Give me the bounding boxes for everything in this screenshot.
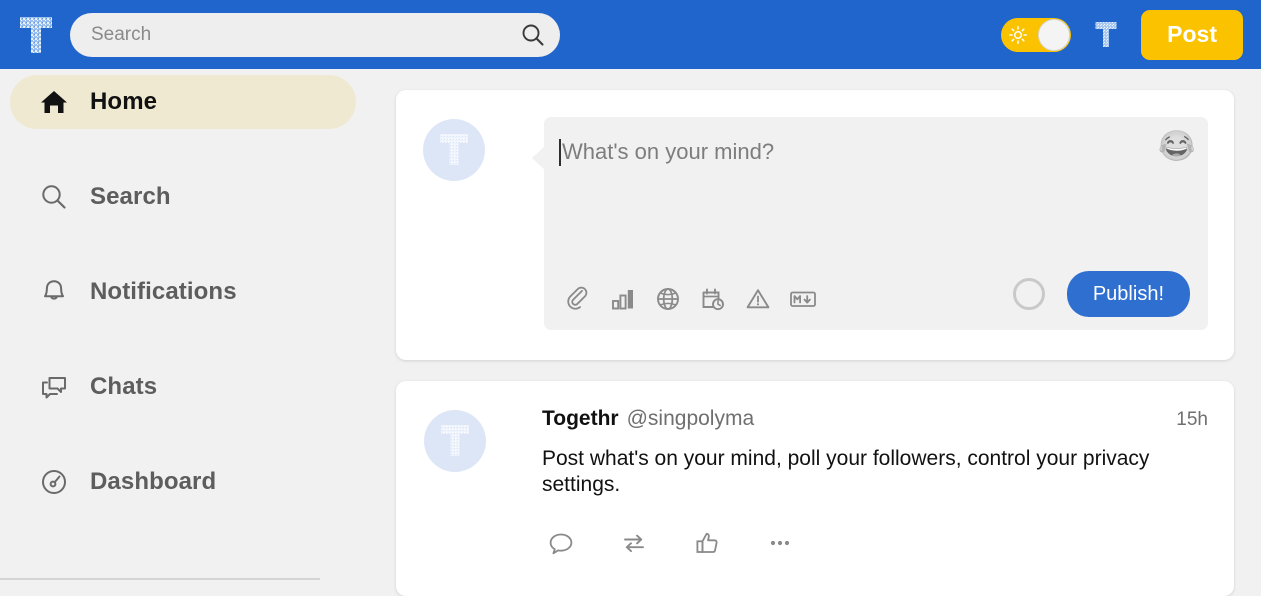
post-author-name[interactable]: Togethr xyxy=(542,407,619,431)
sidebar-item-label: Search xyxy=(90,183,171,210)
avatar[interactable] xyxy=(424,410,486,472)
bell-icon xyxy=(36,274,72,310)
sidebar-item-home[interactable]: Home xyxy=(10,75,356,129)
attach-file-icon[interactable] xyxy=(564,285,592,313)
search-icon xyxy=(36,179,72,215)
post-header: Togethr @singpolyma 15h xyxy=(542,407,1208,431)
feed: What's on your mind? 😂 Publish! Togethr … xyxy=(396,69,1234,596)
sidebar-item-notifications[interactable]: Notifications xyxy=(10,265,356,319)
content-warning-icon[interactable] xyxy=(744,285,772,313)
sun-icon xyxy=(1009,25,1028,44)
repost-icon[interactable] xyxy=(619,528,649,558)
poll-icon[interactable] xyxy=(609,285,637,313)
togethr-t-avatar-icon[interactable] xyxy=(1093,19,1119,51)
compose-card: What's on your mind? 😂 Publish! xyxy=(396,90,1234,360)
chat-icon xyxy=(36,369,72,405)
sidebar-item-label: Dashboard xyxy=(90,468,217,495)
post-body: Togethr @singpolyma 15h Post what's on y… xyxy=(542,406,1208,596)
character-counter-ring[interactable] xyxy=(1012,278,1045,310)
compose-input-row[interactable]: What's on your mind? xyxy=(559,137,1186,167)
search-icon[interactable] xyxy=(518,20,548,50)
sidebar-divider xyxy=(0,578,320,580)
home-icon xyxy=(36,84,72,120)
app-body: Home Search Notifications Chats Dashboar… xyxy=(0,69,1261,596)
sidebar-item-chats[interactable]: Chats xyxy=(10,360,356,414)
post-author-handle[interactable]: @singpolyma xyxy=(627,407,755,431)
theme-toggle-knob xyxy=(1038,18,1071,51)
bubble-tail xyxy=(532,145,546,171)
sidebar-item-search[interactable]: Search xyxy=(10,170,356,224)
compose-bubble: What's on your mind? 😂 Publish! xyxy=(532,117,1208,360)
globe-icon[interactable] xyxy=(654,285,682,313)
app-header: Post xyxy=(0,0,1261,69)
publish-button[interactable]: Publish! xyxy=(1066,271,1190,317)
compose-textarea-region[interactable]: What's on your mind? 😂 Publish! xyxy=(544,117,1208,330)
search-input[interactable] xyxy=(70,12,560,57)
theme-toggle[interactable] xyxy=(1001,17,1072,52)
header-actions: Post xyxy=(1001,9,1243,60)
compose-placeholder: What's on your mind? xyxy=(562,139,775,164)
sidebar-item-label: Chats xyxy=(90,373,158,400)
compose-actions: Publish! xyxy=(1012,271,1190,317)
sidebar-item-label: Home xyxy=(90,88,158,115)
togethr-t-logo-icon[interactable] xyxy=(14,9,58,61)
search-bar[interactable] xyxy=(70,12,560,57)
emoji-picker-icon[interactable]: 😂 xyxy=(1158,128,1196,166)
reply-icon[interactable] xyxy=(546,528,576,558)
post-text: Post what's on your mind, poll your foll… xyxy=(542,447,1150,496)
markdown-icon[interactable] xyxy=(789,285,817,313)
post-actions xyxy=(546,528,1208,558)
sidebar-item-dashboard[interactable]: Dashboard xyxy=(10,455,356,509)
dashboard-icon xyxy=(36,464,72,500)
sidebar: Home Search Notifications Chats Dashboar… xyxy=(0,69,366,593)
schedule-icon[interactable] xyxy=(699,285,727,313)
like-icon[interactable] xyxy=(692,528,722,558)
post-button[interactable]: Post xyxy=(1141,9,1243,60)
text-caret xyxy=(559,139,561,166)
more-icon[interactable] xyxy=(765,528,795,558)
post-timestamp: 15h xyxy=(1176,409,1208,430)
post-card: Togethr @singpolyma 15h Post what's on y… xyxy=(396,381,1234,596)
avatar[interactable] xyxy=(423,119,485,181)
compose-toolbar xyxy=(564,285,817,313)
sidebar-item-label: Notifications xyxy=(90,278,237,305)
